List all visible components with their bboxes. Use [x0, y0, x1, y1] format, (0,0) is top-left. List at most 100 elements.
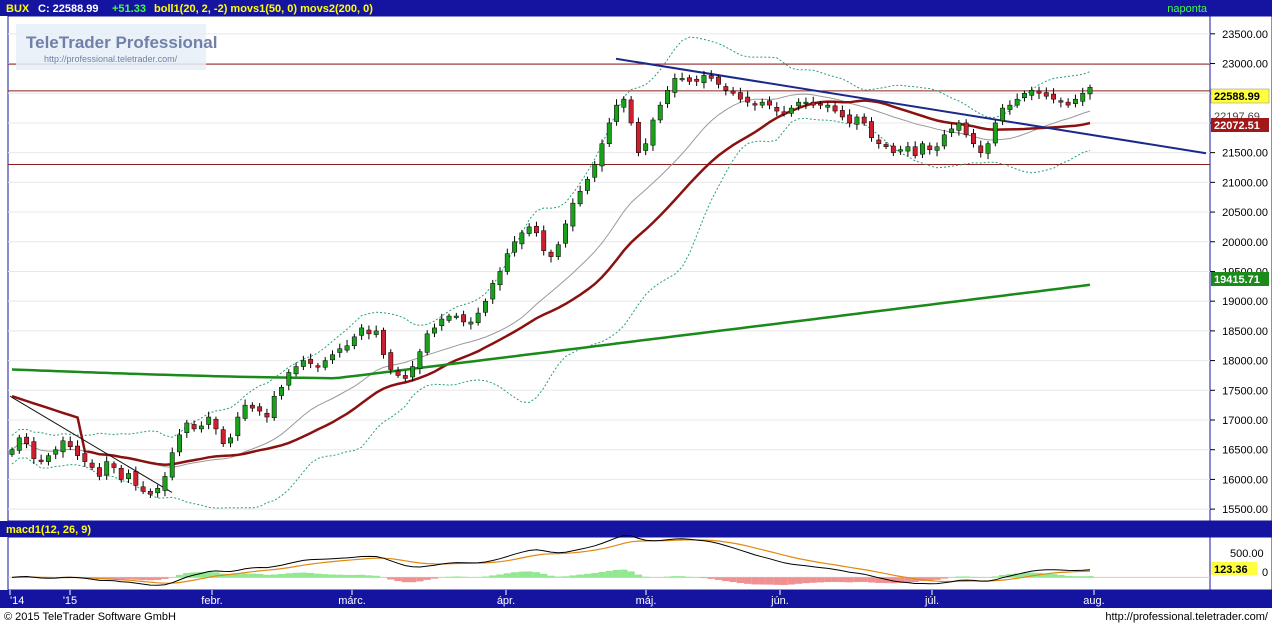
footer-copyright: © 2015 TeleTrader Software GmbH: [4, 611, 176, 623]
y-tick-label: 23000.00: [1222, 59, 1268, 71]
close-price-value: 22588.99: [1214, 91, 1260, 103]
candle-body: [708, 75, 714, 79]
y-tick-label: 21500.00: [1222, 148, 1268, 160]
candle-body: [533, 225, 539, 234]
macd-histogram-bar: [248, 573, 257, 578]
price-label-ma200: 19415.71: [1211, 272, 1269, 286]
candle-body: [483, 300, 488, 313]
candle-body: [133, 471, 139, 486]
candle-body: [191, 424, 197, 430]
candle-body: [432, 327, 437, 334]
y-tick-label: 18000.00: [1222, 356, 1268, 368]
footer-url: http://professional.teletrader.com/: [1105, 611, 1269, 623]
macd-tick-0: 0: [1262, 567, 1268, 579]
candle-body: [839, 110, 845, 118]
candle-body: [169, 452, 175, 478]
candle-body: [16, 437, 22, 451]
candle-body: [351, 336, 357, 346]
x-tick-label: márc.: [338, 595, 366, 607]
macd-histogram-bar: [256, 574, 264, 578]
candle-body: [111, 463, 117, 468]
candle-body: [1000, 107, 1006, 122]
macd-histogram-bar: [146, 577, 155, 581]
candle-body: [504, 253, 510, 272]
y-tick-label: 19000.00: [1222, 296, 1268, 308]
candle-body: [548, 251, 554, 257]
candle-body: [60, 440, 66, 453]
chart-root: BUX C: 22588.99 +51.33 boll1(20, 2, -2) …: [0, 0, 1272, 625]
macd-histogram-bar: [321, 574, 329, 578]
candle-body: [140, 486, 146, 492]
macd-histogram-bar: [387, 577, 395, 580]
y-tick-label: 18500.00: [1222, 326, 1268, 338]
candle-body: [264, 412, 270, 418]
candle-body: [519, 232, 525, 245]
macd-histogram-bar: [860, 577, 868, 582]
macd-histogram-bar: [962, 576, 970, 578]
candle-body: [155, 488, 161, 494]
candle-body: [439, 318, 445, 327]
symbol-label: BUX: [6, 3, 30, 15]
candle-body: [461, 314, 467, 323]
macd-histogram-bar: [853, 577, 861, 583]
candle-body: [67, 441, 73, 447]
macd-histogram-bar: [518, 571, 526, 578]
candle-body: [126, 473, 131, 479]
candle-body: [381, 329, 386, 355]
macd-histogram-bar: [780, 577, 788, 585]
y-tick-label: 15500.00: [1222, 504, 1268, 516]
candle-body: [577, 191, 583, 205]
candle-body: [876, 139, 882, 144]
candle-body: [344, 345, 350, 351]
candle-body: [184, 422, 190, 433]
candle-body: [9, 449, 15, 455]
macd-title: macd1(12, 26, 9): [6, 524, 91, 536]
macd-histogram-bar: [124, 577, 133, 580]
macd-histogram-bar: [547, 575, 555, 578]
logo-brand: TeleTrader Professional: [26, 33, 217, 52]
macd-histogram-bar: [532, 572, 541, 578]
candle-body: [745, 96, 751, 103]
macd-histogram-bar: [867, 577, 876, 583]
candle-body: [847, 114, 853, 124]
candle-body: [759, 101, 765, 106]
candle-body: [96, 467, 102, 477]
candle-body: [599, 143, 605, 167]
candle-body: [665, 90, 670, 104]
period-label: naponta: [1167, 3, 1208, 15]
macd-histogram-bar: [707, 577, 715, 579]
macd-histogram-bar: [350, 574, 358, 578]
candle-body: [883, 144, 889, 147]
candle-body: [82, 453, 88, 462]
candle-body: [621, 98, 627, 108]
candle-body: [701, 75, 707, 84]
macd-histogram-bar: [831, 577, 839, 582]
candle-body: [24, 436, 30, 445]
macd-histogram-bar: [955, 576, 963, 578]
candle-body: [635, 121, 641, 153]
candle-body: [1022, 92, 1027, 99]
candle-body: [978, 145, 984, 153]
macd-histogram-bar: [751, 577, 759, 585]
candle-body: [249, 404, 255, 409]
candle-body: [337, 348, 343, 353]
candle-body: [730, 90, 736, 94]
macd-histogram-bar: [845, 577, 854, 583]
candle-body: [424, 333, 430, 353]
candle-body: [206, 416, 212, 425]
candle-body: [75, 445, 80, 456]
candle-body: [53, 449, 59, 455]
macd-histogram-bar: [620, 569, 628, 578]
candle-body: [723, 86, 729, 91]
candle-body: [774, 107, 780, 112]
macd-histogram-bar: [408, 577, 417, 583]
macd-histogram-bar: [1086, 576, 1094, 578]
macd-histogram-bar: [299, 572, 307, 578]
macd-histogram-bar: [1049, 574, 1058, 578]
macd-histogram-bar: [540, 573, 548, 578]
candle-body: [446, 315, 452, 321]
candle-body: [592, 164, 598, 178]
candle-body: [395, 370, 401, 376]
candle-body: [308, 358, 314, 364]
candle-body: [890, 145, 896, 153]
